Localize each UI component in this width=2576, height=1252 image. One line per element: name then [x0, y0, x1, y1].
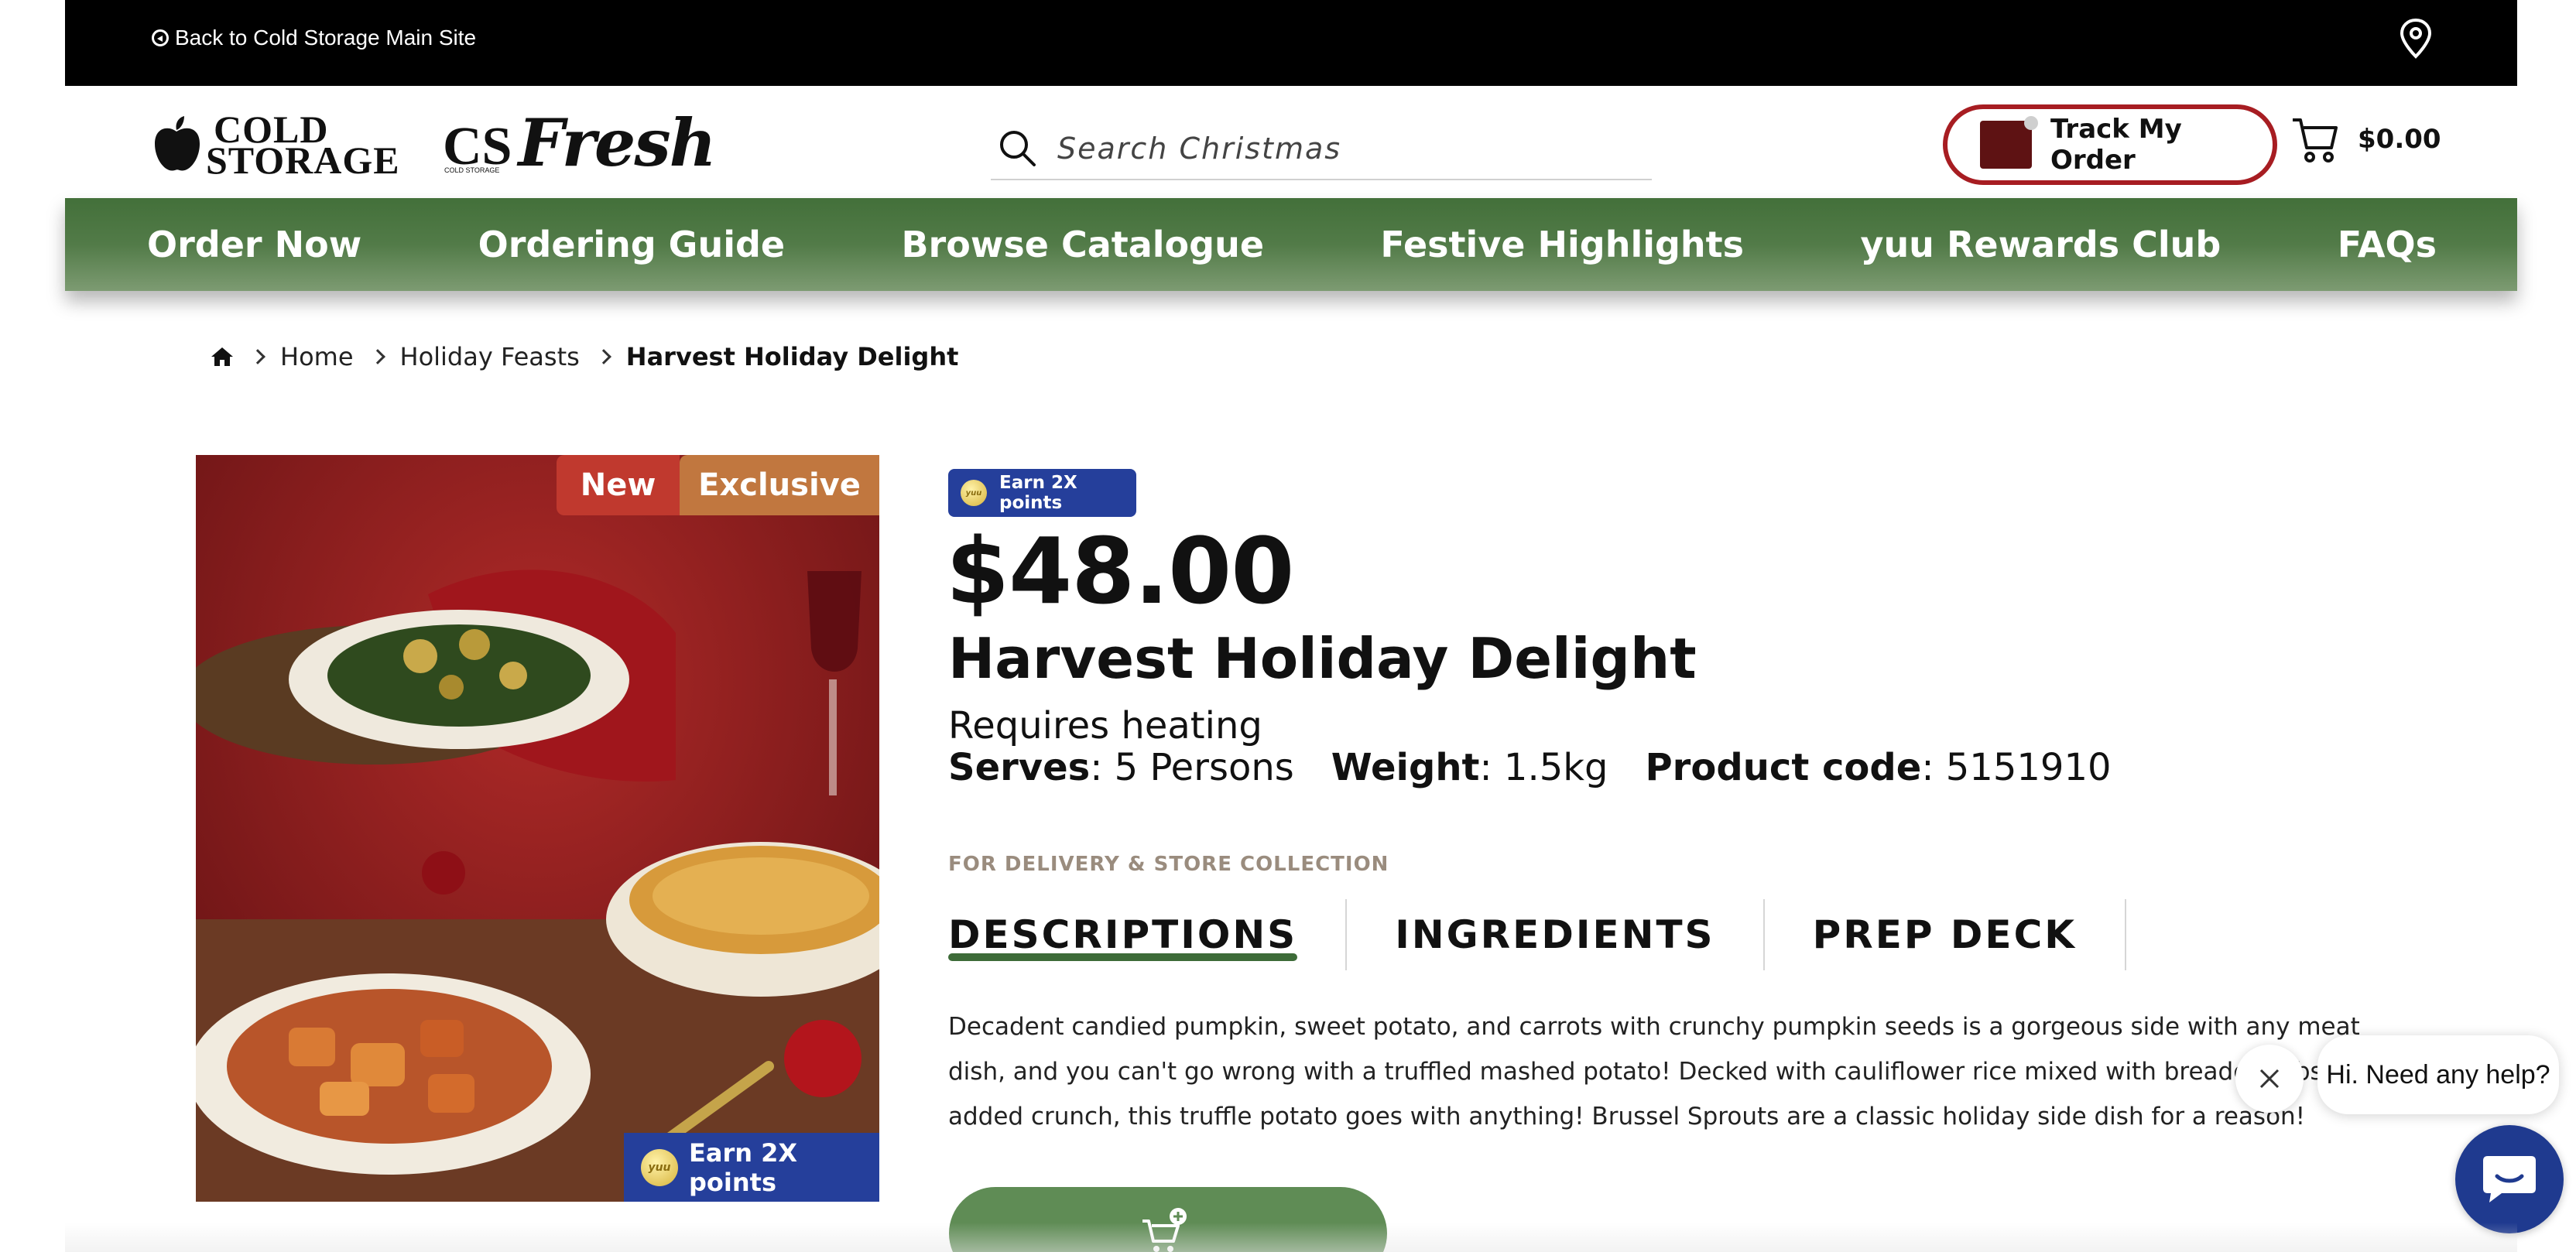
chevron-right-icon: [369, 349, 385, 364]
search-bar: [991, 118, 1652, 180]
product-specs: Serves: 5 Persons Weight: 1.5kg Product …: [948, 744, 2112, 791]
shopping-cart-icon: [2293, 118, 2338, 162]
back-link-label: Back to Cold Storage Main Site: [175, 26, 477, 50]
logo-small-text: COLD STORAGE: [444, 166, 500, 174]
breadcrumb-holiday-feasts[interactable]: Holiday Feasts: [400, 342, 580, 371]
cart-button[interactable]: $0.00: [2291, 112, 2441, 166]
product-code-value: : 5151910: [1921, 746, 2112, 789]
tab-ingredients[interactable]: INGREDIENTS: [1347, 899, 1765, 970]
product-image[interactable]: [196, 455, 879, 1202]
serves-spec: Serves: 5 Persons: [948, 744, 1294, 791]
main-nav: Order Now Ordering Guide Browse Catalogu…: [65, 198, 2517, 291]
logo-fresh-text: Fresh: [518, 104, 716, 181]
tab-descriptions[interactable]: DESCRIPTIONS: [948, 899, 1348, 970]
product-code-label: Product code: [1645, 746, 1922, 789]
search-input[interactable]: [1057, 132, 1615, 166]
gift-box-icon: [1980, 116, 2038, 169]
cold-storage-logo[interactable]: COLD STORAGE: [152, 110, 400, 182]
search-icon[interactable]: [997, 128, 1039, 169]
serves-label: Serves: [948, 746, 1091, 789]
nav-yuu-rewards-club[interactable]: yuu Rewards Club: [1860, 224, 2221, 265]
nav-ordering-guide[interactable]: Ordering Guide: [478, 224, 785, 265]
product-photo-illustration: [196, 455, 879, 1202]
nav-browse-catalogue[interactable]: Browse Catalogue: [902, 224, 1265, 265]
serves-value: : 5 Persons: [1090, 746, 1294, 789]
weight-spec: Weight: 1.5kg: [1331, 744, 1608, 791]
track-order-label: Track My Order: [2050, 114, 2182, 176]
new-badge: New: [557, 455, 680, 515]
breadcrumb-home[interactable]: Home: [280, 342, 354, 371]
yuu-coin-icon: yuu: [961, 480, 987, 506]
weight-value: : 1.5kg: [1479, 746, 1608, 789]
track-order-button[interactable]: Track My Order: [1943, 104, 2277, 185]
earn-points-label: Earn 2X points: [999, 473, 1077, 513]
tab-prep-deck[interactable]: PREP DECK: [1765, 899, 2127, 970]
weight-label: Weight: [1331, 746, 1480, 789]
back-to-main-site-link[interactable]: Back to Cold Storage Main Site: [152, 26, 476, 50]
top-bar: Back to Cold Storage Main Site: [65, 0, 2517, 86]
chevron-right-icon: [595, 349, 611, 364]
product-price: $48.00: [946, 518, 1294, 624]
earn-points-badge: yuu Earn 2X points: [948, 469, 1136, 517]
logo-line-storage: STORAGE: [206, 139, 400, 182]
product-description: Decadent candied pumpkin, sweet potato, …: [948, 1013, 2364, 1131]
chat-launcher-button[interactable]: [2455, 1125, 2564, 1233]
apple-logo-icon: [155, 116, 200, 171]
home-icon[interactable]: [211, 346, 234, 368]
add-to-cart-icon: [1142, 1208, 1187, 1252]
chevron-right-icon: [250, 349, 265, 364]
cs-fresh-logo[interactable]: CS Fresh COLD STORAGE: [443, 104, 717, 181]
cold-storage-wordmark: COLD STORAGE: [206, 110, 400, 182]
add-to-cart-button[interactable]: [949, 1187, 1387, 1252]
heating-note: Requires heating: [948, 704, 1262, 747]
earn-points-overlay-label: Earn 2X points: [689, 1137, 798, 1197]
header: COLD STORAGE CS Fresh COLD STORAGE Track…: [65, 86, 2517, 198]
product-title: Harvest Holiday Delight: [948, 626, 1697, 691]
nav-order-now[interactable]: Order Now: [147, 224, 361, 265]
close-icon: [2259, 1069, 2280, 1089]
back-arrow-icon: [152, 29, 169, 46]
location-pin-icon[interactable]: [2396, 17, 2435, 60]
product-tabs: DESCRIPTIONS INGREDIENTS PREP DECK: [948, 899, 2127, 970]
earn-points-overlay: yuu Earn 2X points: [624, 1133, 879, 1202]
chat-close-button[interactable]: [2235, 1045, 2304, 1113]
product-code-spec: Product code: 5151910: [1646, 744, 2112, 791]
yuu-coin-icon: yuu: [641, 1148, 678, 1186]
nav-faqs[interactable]: FAQs: [2338, 224, 2437, 265]
chat-greeting-bubble[interactable]: Hi. Need any help?: [2317, 1035, 2559, 1114]
exclusive-badge: Exclusive: [680, 455, 879, 515]
cart-amount: $0.00: [2358, 124, 2441, 155]
breadcrumb: Home Holiday Feasts Harvest Holiday Deli…: [211, 342, 958, 371]
breadcrumb-current: Harvest Holiday Delight: [625, 342, 959, 371]
site-container: Back to Cold Storage Main Site COLD STOR…: [65, 0, 2517, 291]
nav-festive-highlights[interactable]: Festive Highlights: [1380, 224, 1744, 265]
delivery-note: FOR DELIVERY & STORE COLLECTION: [948, 853, 1389, 876]
chat-icon: [2483, 1156, 2536, 1202]
